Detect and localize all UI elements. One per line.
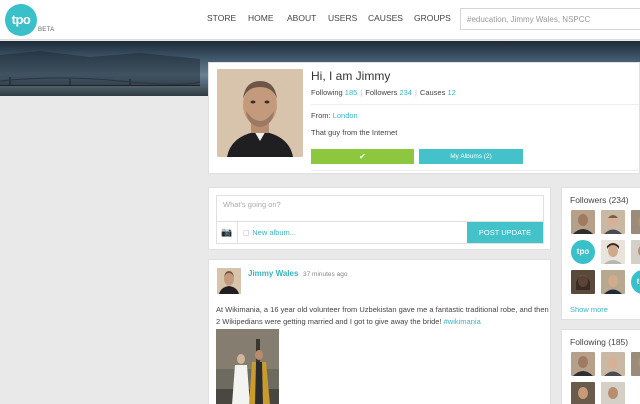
profile-stats: Following 185 | Followers 234 | Causes 12 [311, 88, 456, 97]
followers-title[interactable]: Followers (234) [570, 195, 629, 205]
causes-stat[interactable]: Causes 12 [420, 88, 456, 97]
following-label: Following [311, 88, 343, 97]
profile-portrait [217, 69, 303, 157]
profile-card: Hi, I am Jimmy Following 185 | Followers 2… [208, 62, 640, 174]
nav-groups[interactable]: GROUPS [414, 13, 451, 23]
nav-about[interactable]: ABOUT [287, 13, 316, 23]
nav-store[interactable]: STORE [207, 13, 236, 23]
following-avatar[interactable] [601, 352, 625, 376]
stat-separator: | [414, 88, 417, 97]
following-count: 185 [344, 88, 358, 97]
show-more-link[interactable]: Show more [570, 305, 608, 314]
following-avatar[interactable] [571, 352, 595, 376]
profile-greeting: Hi, I am Jimmy [311, 69, 391, 83]
post-text: At Wikimania, a 16 year old volunteer fr… [216, 305, 549, 326]
beta-label: BETA [38, 27, 55, 33]
nav-causes[interactable]: CAUSES [368, 13, 403, 23]
follow-button[interactable]: ✔ [311, 149, 414, 164]
status-composer: 📷 ◻New album... POST UPDATE [208, 187, 551, 250]
followers-label: Followers [365, 88, 398, 97]
post-body: At Wikimania, a 16 year old volunteer fr… [216, 304, 550, 328]
follower-avatar[interactable] [571, 210, 595, 234]
tpo-avatar[interactable]: tpo [631, 270, 640, 294]
follower-avatar[interactable] [631, 240, 640, 264]
post-author-name[interactable]: Jimmy Wales [248, 269, 298, 278]
profile-divider [311, 170, 639, 171]
from-location-link[interactable]: London [333, 111, 358, 120]
follower-avatar[interactable] [601, 240, 625, 264]
following-stat[interactable]: Following 185 [311, 88, 357, 97]
status-input[interactable] [216, 195, 544, 222]
followers-widget: Followers (234) tpo tpo Show more [561, 187, 640, 320]
follower-avatar[interactable] [571, 270, 595, 294]
follower-avatar[interactable] [601, 270, 625, 294]
stat-separator: | [360, 88, 363, 97]
new-album-label: New album... [252, 228, 297, 237]
post-author-avatar[interactable] [217, 268, 241, 294]
following-title[interactable]: Following (185) [570, 337, 628, 347]
feed-post: Jimmy Wales 37 minutes ago At Wikimania,… [208, 259, 551, 404]
following-widget: Following (185) [561, 329, 640, 404]
post-hashtag[interactable]: #wikimania [444, 317, 481, 326]
profile-avatar[interactable] [217, 69, 303, 157]
following-avatar[interactable] [571, 382, 595, 404]
followers-stat[interactable]: Followers 234 [365, 88, 412, 97]
profile-location: From: London [311, 111, 358, 120]
post-update-button[interactable]: POST UPDATE [467, 222, 543, 243]
post-author-portrait [217, 268, 241, 294]
causes-label: Causes [419, 88, 446, 97]
causes-count: 12 [447, 88, 456, 97]
profile-divider [311, 104, 639, 105]
profile-bio: That guy from the Internet [311, 128, 398, 137]
tpo-logo[interactable]: tpo [5, 4, 37, 36]
my-albums-button[interactable]: My Albums (2) [419, 149, 523, 164]
nav-home[interactable]: HOME [248, 13, 274, 23]
album-icon: ◻ [243, 228, 250, 237]
following-avatar[interactable] [601, 382, 625, 404]
top-navigation-bar: tpo BETA STORE HOME ABOUT USERS CAUSES G… [0, 0, 640, 40]
follower-avatar[interactable] [631, 210, 640, 234]
follower-avatar[interactable] [601, 210, 625, 234]
post-photo[interactable] [216, 329, 279, 404]
tpo-avatar[interactable]: tpo [571, 240, 595, 264]
camera-icon[interactable]: 📷 [217, 222, 238, 243]
following-avatar[interactable] [631, 352, 640, 376]
new-album-link[interactable]: ◻ New album... [243, 228, 296, 237]
checkmark-icon: ✔ [359, 152, 366, 161]
followers-count: 234 [399, 88, 412, 97]
from-label: From: [311, 111, 331, 120]
post-timestamp: 37 minutes ago [303, 271, 348, 278]
wedding-photo [216, 329, 279, 404]
nav-users[interactable]: USERS [328, 13, 357, 23]
composer-toolbar: 📷 ◻ New album... POST UPDATE [216, 222, 544, 244]
search-input[interactable] [460, 8, 640, 30]
